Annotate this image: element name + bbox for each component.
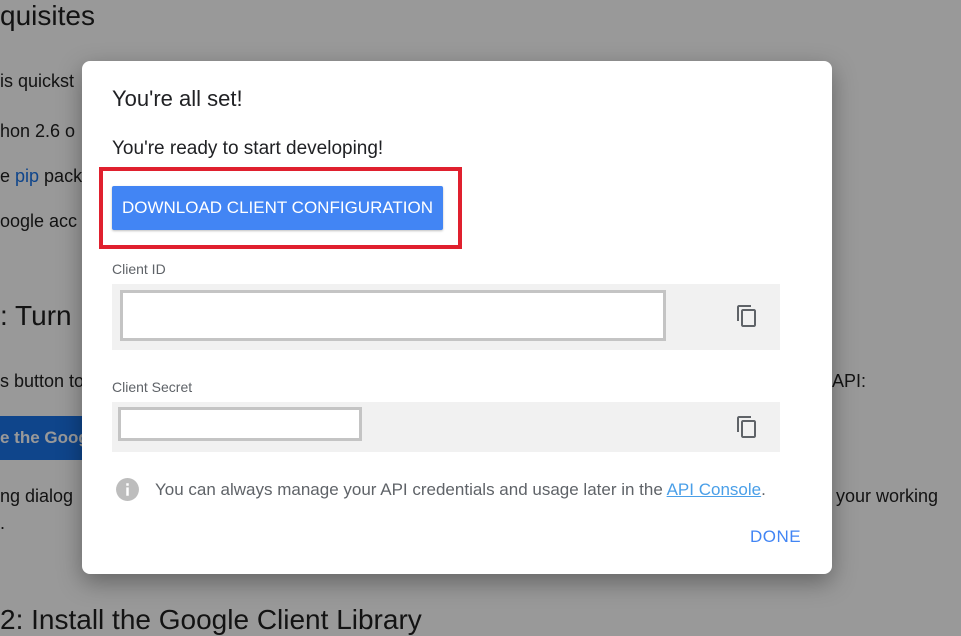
copy-icon xyxy=(737,416,756,438)
client-secret-field xyxy=(112,402,780,452)
dialog-title: You're all set! xyxy=(112,86,243,111)
dialog-subtitle: You're ready to start developing! xyxy=(112,138,384,159)
copy-icon xyxy=(737,305,756,327)
info-text-body: You can always manage your API credentia… xyxy=(155,480,667,499)
credentials-dialog: You're all set! You're ready to start de… xyxy=(82,61,832,574)
copy-client-id-button[interactable] xyxy=(735,304,759,328)
client-secret-label: Client Secret xyxy=(112,379,193,395)
client-id-field xyxy=(112,284,780,350)
copy-client-secret-button[interactable] xyxy=(735,415,759,439)
client-id-value[interactable] xyxy=(120,290,666,341)
api-console-link[interactable]: API Console xyxy=(667,480,762,499)
client-secret-value[interactable] xyxy=(118,407,362,441)
info-text-suffix: . xyxy=(761,480,766,499)
done-button[interactable]: DONE xyxy=(750,527,801,547)
client-id-label: Client ID xyxy=(112,261,166,277)
info-icon xyxy=(116,478,139,501)
info-text: You can always manage your API credentia… xyxy=(155,480,766,500)
download-client-configuration-button[interactable]: DOWNLOAD CLIENT CONFIGURATION xyxy=(112,186,443,230)
